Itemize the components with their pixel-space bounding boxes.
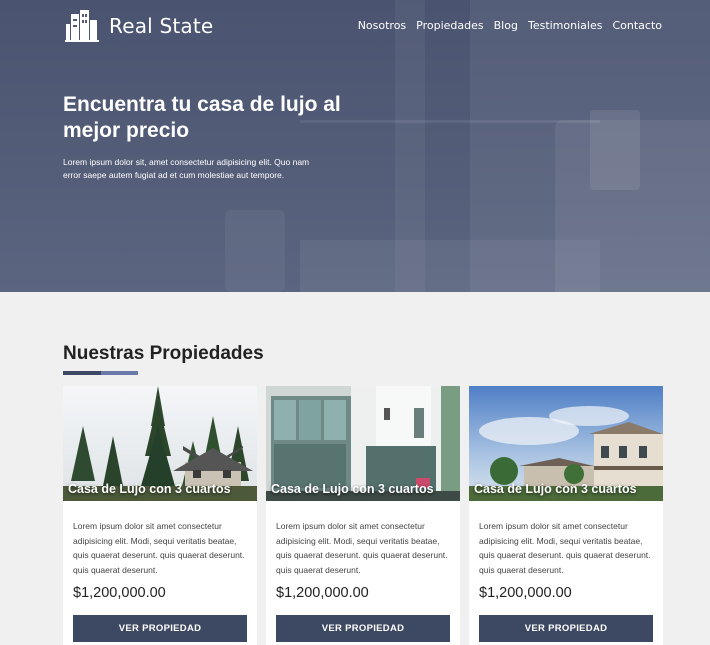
- property-description: Lorem ipsum dolor sit amet consectetur a…: [276, 521, 448, 575]
- property-description: Lorem ipsum dolor sit amet consectetur a…: [479, 521, 651, 575]
- hero-background-curtain: [395, 0, 425, 292]
- property-price: $1,200,000.00: [479, 585, 572, 601]
- hero-background-armchair: [555, 120, 710, 292]
- property-price: $1,200,000.00: [73, 585, 166, 601]
- nav-link-propiedades[interactable]: Propiedades: [416, 19, 483, 32]
- hero-section: Real State Nosotros Propiedades Blog Tes…: [0, 0, 710, 292]
- nav-link-blog[interactable]: Blog: [494, 19, 518, 32]
- brand-name: Real State: [109, 14, 214, 38]
- property-title: Casa de Lujo con 3 cuartos: [474, 482, 637, 496]
- property-title: Casa de Lujo con 3 cuartos: [68, 482, 231, 496]
- hero-title: Encuentra tu casa de lujo al mejor preci…: [63, 93, 341, 142]
- nav-link-nosotros[interactable]: Nosotros: [358, 19, 406, 32]
- section-title-prefix: Nuestras: [63, 343, 145, 364]
- main-nav: Nosotros Propiedades Blog Testimoniales …: [358, 19, 662, 32]
- hero-background-window: [470, 0, 710, 292]
- hero-background-sofa: [300, 240, 600, 292]
- nav-link-contacto[interactable]: Contacto: [612, 19, 662, 32]
- nav-link-testimoniales[interactable]: Testimoniales: [528, 19, 603, 32]
- hero-background-cushion: [590, 110, 640, 190]
- buildings-icon: [65, 10, 99, 42]
- hero-description: Lorem ipsum dolor sit, amet consectetur …: [63, 157, 310, 180]
- section-title: Nuestras Propiedades: [63, 343, 264, 365]
- brand-logo[interactable]: Real State: [65, 10, 213, 42]
- property-image[interactable]: Casa de Lujo con 3 cuartos: [266, 386, 460, 501]
- section-title-bold: Propiedades: [149, 343, 264, 364]
- hero-background-plant: [225, 210, 285, 292]
- view-property-button[interactable]: VER PROPIEDAD: [276, 615, 450, 642]
- view-property-button[interactable]: VER PROPIEDAD: [73, 615, 247, 642]
- property-description: Lorem ipsum dolor sit amet consectetur a…: [73, 521, 245, 575]
- property-card: Casa de Lujo con 3 cuartos Lorem ipsum d…: [63, 386, 257, 645]
- property-image[interactable]: Casa de Lujo con 3 cuartos: [469, 386, 663, 501]
- property-card: Casa de Lujo con 3 cuartos Lorem ipsum d…: [469, 386, 663, 645]
- property-price: $1,200,000.00: [276, 585, 369, 601]
- hero-background-railing: [300, 120, 600, 123]
- section-title-underline: [63, 371, 138, 375]
- property-title: Casa de Lujo con 3 cuartos: [271, 482, 434, 496]
- property-image[interactable]: Casa de Lujo con 3 cuartos: [63, 386, 257, 501]
- view-property-button[interactable]: VER PROPIEDAD: [479, 615, 653, 642]
- property-card: Casa de Lujo con 3 cuartos Lorem ipsum d…: [266, 386, 460, 645]
